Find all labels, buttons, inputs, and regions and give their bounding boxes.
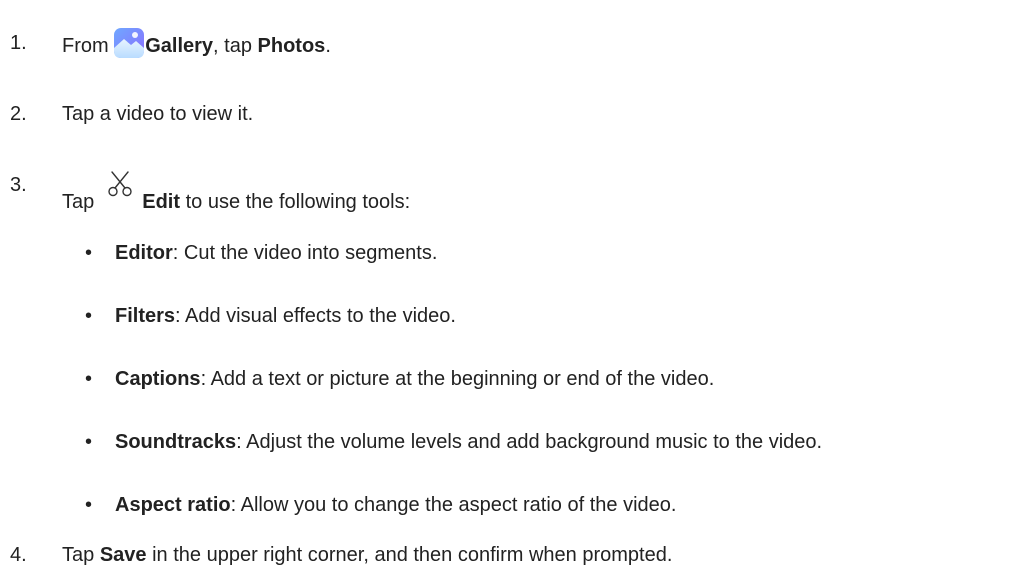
step-text-suffix: .	[325, 35, 331, 57]
bullet-dot: •	[85, 305, 93, 327]
tool-name: Aspect ratio	[115, 494, 231, 516]
bullet-dot: •	[85, 242, 93, 264]
gallery-label: Gallery	[145, 35, 214, 57]
gallery-app-icon	[114, 28, 145, 58]
step-text: Tap a video to view it.	[62, 103, 254, 125]
step-number: 4.	[10, 544, 27, 566]
step-text-prefix: Tap	[62, 544, 100, 566]
tool-desc: : Add a text or picture at the beginning…	[200, 368, 715, 390]
step-text-prefix: From	[62, 35, 115, 57]
tool-description: Captions: Add a text or picture at the b…	[115, 364, 714, 394]
tool-name: Editor	[115, 242, 173, 264]
tool-description: Filters: Add visual effects to the video…	[115, 301, 456, 331]
tool-name: Soundtracks	[115, 431, 237, 453]
step-number: 2.	[10, 103, 27, 125]
photos-label: Photos	[257, 35, 326, 57]
tool-desc: : Add visual effects to the video.	[175, 305, 456, 327]
step-text-prefix: Tap	[62, 191, 95, 213]
step-text-middle: , tap	[213, 35, 258, 57]
step-number: 1.	[10, 32, 27, 54]
tool-name: Filters	[115, 305, 176, 327]
save-label: Save	[99, 544, 147, 566]
bullet-dot: •	[85, 368, 93, 390]
tool-name: Captions	[115, 368, 201, 390]
edit-label: Edit	[142, 191, 181, 213]
step-text: Tap Save in the upper right corner, and …	[62, 540, 672, 570]
tool-desc: : Adjust the volume levels and add backg…	[236, 431, 823, 453]
step-text-suffix: in the upper right corner, and then conf…	[146, 544, 673, 566]
step-text: Tap Edit to use the following tools:	[62, 170, 410, 217]
scissors-icon	[106, 170, 134, 198]
step-number: 3.	[10, 174, 27, 196]
bullet-dot: •	[85, 494, 93, 516]
tool-description: Editor: Cut the video into segments.	[115, 238, 437, 268]
tool-description: Soundtracks: Adjust the volume levels an…	[115, 427, 822, 457]
tool-desc: : Allow you to change the aspect ratio o…	[230, 494, 677, 516]
bullet-dot: •	[85, 431, 93, 453]
step-text: From Gallery, tap Photos.	[62, 28, 331, 61]
tool-desc: : Cut the video into segments.	[172, 242, 438, 264]
step-text-suffix: to use the following tools:	[180, 191, 411, 213]
tool-description: Aspect ratio: Allow you to change the as…	[115, 490, 676, 520]
